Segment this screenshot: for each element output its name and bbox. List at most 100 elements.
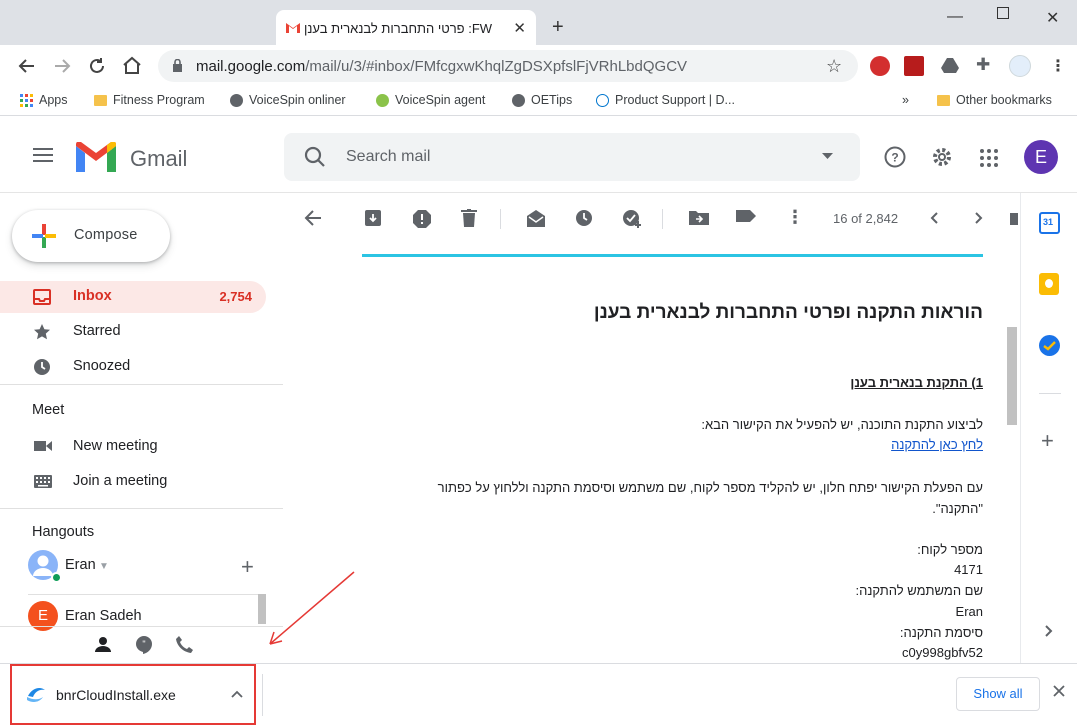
lock-icon bbox=[172, 59, 183, 72]
url-host: mail.google.com bbox=[196, 58, 306, 75]
adblock-extension-icon[interactable] bbox=[870, 56, 890, 76]
message-line: "התקנה". bbox=[932, 501, 983, 516]
calendar-day: 31 bbox=[1043, 217, 1054, 227]
keep-icon[interactable] bbox=[1039, 273, 1059, 295]
reload-icon[interactable] bbox=[88, 57, 106, 75]
close-download-shelf-icon[interactable] bbox=[1053, 685, 1065, 697]
minimize-icon[interactable]: — bbox=[947, 8, 963, 26]
sidebar-item-starred[interactable]: Starred bbox=[0, 316, 266, 348]
password-label: סיסמת התקנה: bbox=[899, 625, 983, 640]
address-bar[interactable]: mail.google.com/mail/u/3/#inbox/FMfcgxwK… bbox=[158, 50, 858, 82]
hangouts-user[interactable]: Eran ▼ + bbox=[0, 550, 266, 584]
main-menu-icon[interactable] bbox=[33, 148, 53, 162]
mark-unread-icon[interactable] bbox=[526, 209, 546, 227]
bookmark-oetips[interactable]: OETips bbox=[512, 93, 572, 107]
installer-file-icon bbox=[26, 686, 46, 704]
unread-count: 2,754 bbox=[219, 289, 252, 304]
status-dropdown-icon[interactable]: ▼ bbox=[99, 561, 109, 572]
extensions-puzzle-icon[interactable]: ✚ bbox=[976, 55, 990, 75]
report-spam-icon[interactable] bbox=[412, 209, 432, 229]
window-close-icon[interactable]: ✕ bbox=[1046, 8, 1059, 28]
keyboard-icon bbox=[34, 475, 52, 488]
url-path: /mail/u/3/#inbox/FMfcgxwKhqlZgDSXpfslFjV… bbox=[305, 58, 688, 75]
bookmark-apps[interactable]: Apps bbox=[20, 93, 68, 107]
maximize-icon[interactable] bbox=[997, 7, 1009, 19]
bookmark-voicespin-onliner[interactable]: VoiceSpin onliner bbox=[230, 93, 346, 107]
drive-extension-icon[interactable] bbox=[941, 57, 959, 73]
gmail-logo-icon[interactable] bbox=[76, 142, 116, 172]
forward-icon[interactable] bbox=[53, 57, 71, 75]
new-tab-button[interactable]: + bbox=[552, 17, 564, 37]
message-scrollbar[interactable] bbox=[1007, 327, 1017, 425]
sidebar-item-snoozed[interactable]: Snoozed bbox=[0, 351, 266, 383]
conversations-quote-icon[interactable]: " bbox=[136, 636, 152, 654]
bookmark-label: VoiceSpin onliner bbox=[249, 93, 346, 107]
sidebar-divider bbox=[0, 384, 283, 385]
page-count: 16 of 2,842 bbox=[833, 211, 899, 226]
pdf-extension-icon[interactable] bbox=[904, 56, 924, 76]
snooze-clock-icon[interactable] bbox=[575, 209, 593, 227]
meet-join-meeting[interactable]: Join a meeting bbox=[0, 466, 266, 498]
video-camera-icon bbox=[34, 440, 52, 452]
archive-icon[interactable] bbox=[364, 209, 382, 227]
add-to-tasks-icon[interactable] bbox=[622, 209, 644, 229]
show-all-downloads-button[interactable]: Show all bbox=[956, 677, 1040, 711]
bookmark-fitness[interactable]: Fitness Program bbox=[94, 93, 205, 107]
toolbar-divider bbox=[662, 209, 663, 229]
download-options-chevron-up-icon[interactable] bbox=[231, 690, 243, 698]
search-input[interactable]: Search mail bbox=[346, 148, 430, 166]
download-divider bbox=[262, 674, 263, 716]
older-chevron-right-icon[interactable] bbox=[975, 212, 983, 224]
contacts-person-icon[interactable] bbox=[95, 636, 111, 652]
get-addons-plus-icon[interactable]: + bbox=[1041, 430, 1054, 452]
clock-icon bbox=[33, 358, 51, 376]
more-options-icon[interactable]: ⋮ bbox=[786, 207, 804, 228]
sidebar-item-inbox[interactable]: Inbox 2,754 bbox=[0, 281, 266, 313]
weather-extension-icon[interactable] bbox=[1009, 55, 1031, 77]
back-to-inbox-icon[interactable] bbox=[304, 209, 322, 227]
browser-tabbar: FW: פרטי התחברות לבנארית בענן ✕ + — ✕ bbox=[0, 0, 1077, 46]
new-conversation-plus-icon[interactable]: + bbox=[241, 556, 254, 578]
google-apps-icon[interactable] bbox=[980, 149, 998, 167]
tasks-icon[interactable] bbox=[1039, 335, 1060, 356]
search-icon[interactable] bbox=[304, 146, 326, 168]
move-to-icon[interactable] bbox=[689, 209, 709, 225]
label-icon[interactable] bbox=[736, 209, 756, 223]
bookmark-star-icon[interactable]: ☆ bbox=[826, 56, 842, 77]
sidebar-item-label: Snoozed bbox=[73, 358, 131, 374]
svg-text:?: ? bbox=[891, 151, 898, 165]
bookmark-other[interactable]: Other bookmarks bbox=[937, 93, 1052, 107]
meet-new-meeting[interactable]: New meeting bbox=[0, 431, 266, 463]
bookmark-label: Other bookmarks bbox=[956, 93, 1052, 107]
account-avatar[interactable]: E bbox=[1024, 140, 1058, 174]
chrome-menu-icon[interactable]: ⋮ bbox=[1050, 56, 1066, 76]
phone-icon[interactable] bbox=[176, 636, 193, 653]
close-tab-icon[interactable]: ✕ bbox=[513, 19, 526, 37]
bookmarks-overflow-button[interactable]: » bbox=[902, 93, 909, 107]
star-icon bbox=[33, 323, 51, 341]
svg-text:": " bbox=[142, 639, 145, 649]
hangouts-divider bbox=[28, 594, 258, 595]
expand-panel-chevron-icon[interactable] bbox=[1045, 625, 1053, 637]
help-icon[interactable]: ? bbox=[884, 146, 906, 168]
search-bar[interactable]: Search mail bbox=[284, 133, 860, 181]
compose-button[interactable]: Compose bbox=[12, 210, 170, 262]
bookmarks-bar: Apps Fitness Program VoiceSpin onliner V… bbox=[0, 87, 1077, 116]
hangouts-contact[interactable]: E Eran Sadeh bbox=[0, 601, 266, 631]
calendar-icon[interactable]: 31 bbox=[1039, 212, 1060, 234]
globe-icon bbox=[512, 93, 525, 107]
customer-label: מספר לקוח: bbox=[917, 542, 983, 557]
input-tools-icon[interactable] bbox=[1010, 213, 1018, 225]
search-options-dropdown-icon[interactable] bbox=[822, 153, 833, 159]
bookmark-voicespin-agent[interactable]: VoiceSpin agent bbox=[376, 93, 485, 107]
install-link[interactable]: לחץ כאן להתקנה bbox=[891, 437, 983, 452]
newer-chevron-left-icon[interactable] bbox=[930, 212, 938, 224]
settings-gear-icon[interactable] bbox=[931, 146, 953, 168]
home-icon[interactable] bbox=[122, 56, 142, 75]
bookmark-product-support[interactable]: Product Support | D... bbox=[596, 93, 735, 107]
delete-trash-icon[interactable] bbox=[461, 209, 477, 227]
browser-tab[interactable]: FW: פרטי התחברות לבנארית בענן ✕ bbox=[276, 10, 536, 46]
back-icon[interactable] bbox=[18, 57, 36, 75]
download-item[interactable]: bnrCloudInstall.exe bbox=[10, 664, 256, 725]
sidebar-divider bbox=[0, 508, 283, 509]
